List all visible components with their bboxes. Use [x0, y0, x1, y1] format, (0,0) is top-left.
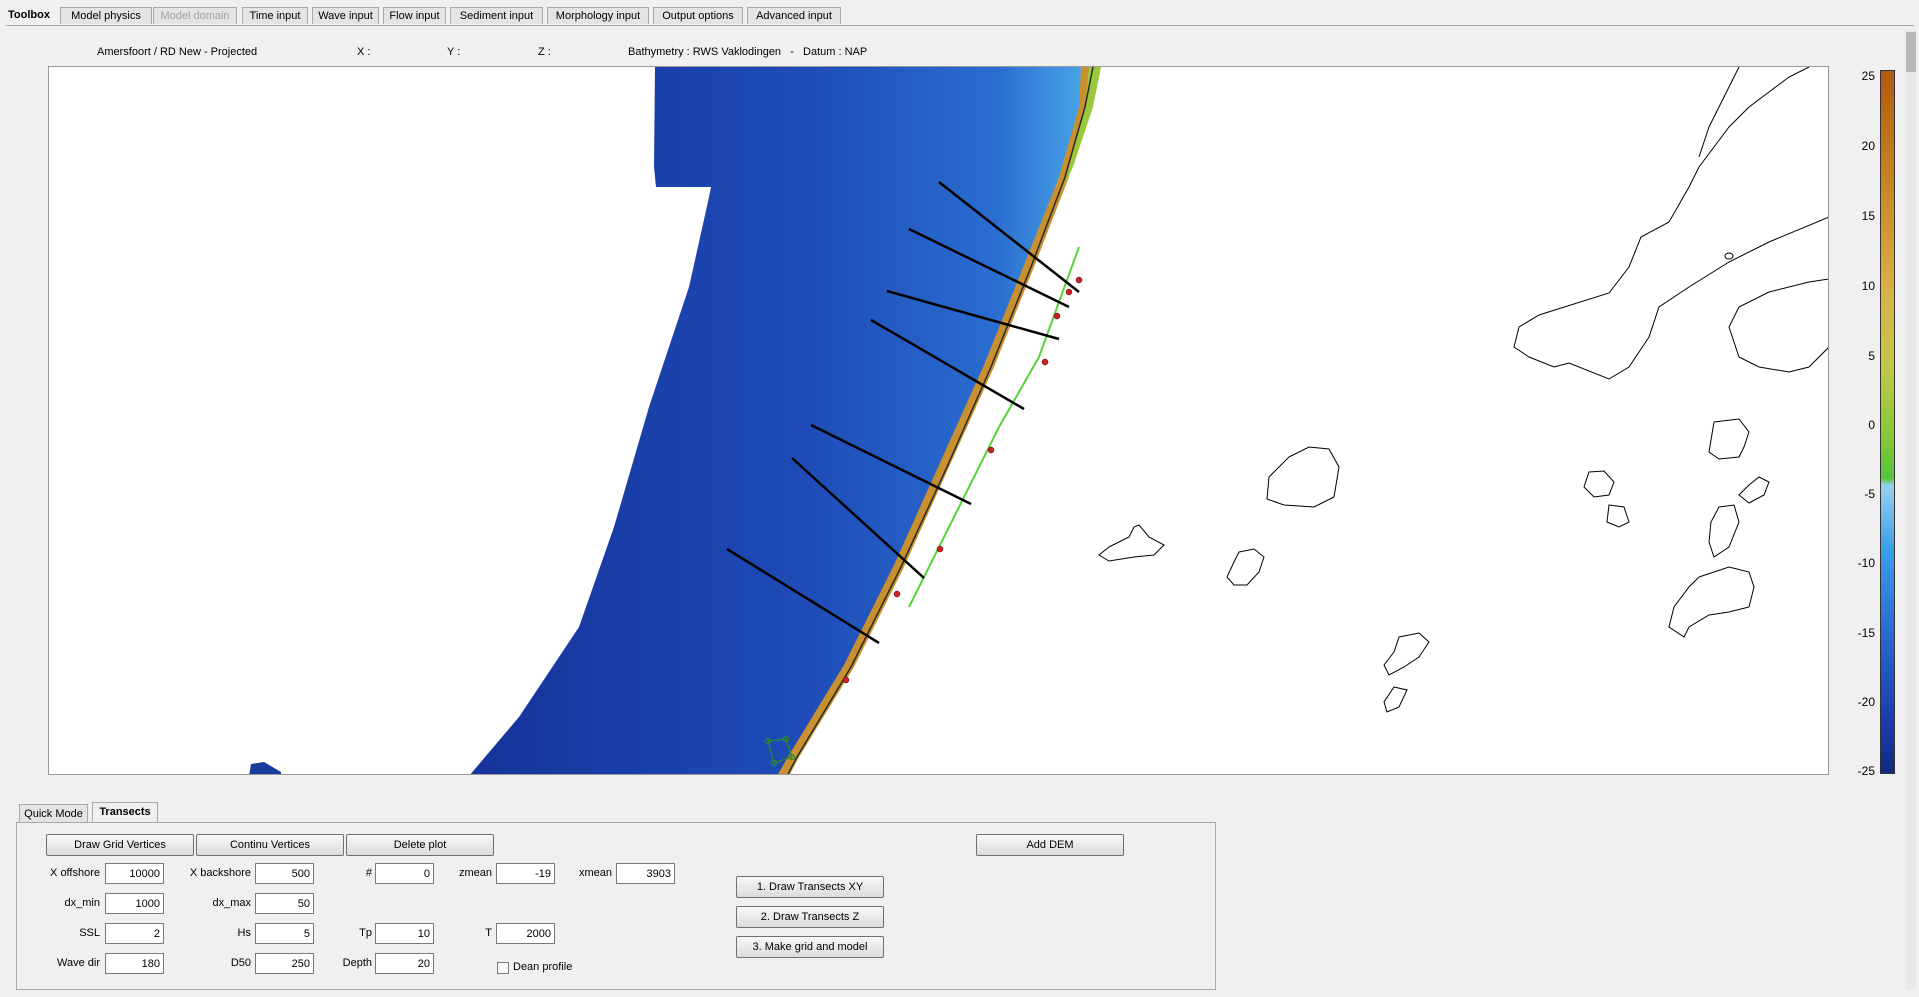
tab-quick-mode[interactable]: Quick Mode: [19, 804, 88, 822]
map-view[interactable]: [48, 66, 1829, 775]
ssl-label: SSL: [79, 927, 100, 939]
tab-sediment-input[interactable]: Sediment input: [450, 7, 543, 24]
colorbar-tick: -20: [1857, 695, 1875, 709]
ssl-field[interactable]: [105, 923, 164, 944]
tp-field[interactable]: [375, 923, 434, 944]
dx-min-label: dx_min: [64, 897, 100, 909]
map-canvas[interactable]: [49, 67, 1829, 775]
continu-vertices-button[interactable]: Continu Vertices: [196, 834, 344, 856]
colorbar-tick: 15: [1861, 209, 1875, 223]
count-field[interactable]: [375, 863, 434, 884]
tab-morphology-input[interactable]: Morphology input: [547, 7, 649, 24]
tab-model-physics[interactable]: Model physics: [60, 7, 152, 24]
colorbar-tick: 20: [1861, 139, 1875, 153]
t-label: T: [485, 927, 492, 939]
tab-output-options[interactable]: Output options: [653, 7, 743, 24]
scrollbar-thumb[interactable]: [1906, 32, 1916, 72]
depth-label: Depth: [342, 957, 372, 969]
x-coordinate-label: X :: [357, 46, 371, 58]
vertical-scrollbar[interactable]: [1906, 30, 1916, 990]
y-coordinate-label: Y :: [447, 46, 461, 58]
t-field[interactable]: [496, 923, 555, 944]
colorbar-tick: 10: [1861, 279, 1875, 293]
delete-plot-button[interactable]: Delete plot: [346, 834, 494, 856]
add-dem-button[interactable]: Add DEM: [976, 834, 1124, 856]
d50-label: D50: [230, 957, 251, 969]
count-label: #: [365, 867, 372, 879]
dx-min-field[interactable]: [105, 893, 164, 914]
colorbar-tick: 0: [1868, 418, 1875, 432]
x-offshore-label: X offshore: [50, 867, 100, 879]
draw-grid-vertices-button[interactable]: Draw Grid Vertices: [46, 834, 194, 856]
colorbar-tick: -15: [1857, 626, 1875, 640]
wave-dir-field[interactable]: [105, 953, 164, 974]
colorbar: [1880, 70, 1895, 774]
projection-label: Amersfoort / RD New - Projected: [97, 46, 258, 58]
wave-dir-label: Wave dir: [57, 957, 100, 969]
colorbar-tick: -25: [1857, 764, 1875, 778]
tab-model-domain[interactable]: Model domain: [153, 7, 237, 24]
d50-field[interactable]: [255, 953, 314, 974]
tab-advanced-input[interactable]: Advanced input: [747, 7, 841, 24]
tp-label: Tp: [359, 927, 372, 939]
colorbar-tick: 5: [1868, 349, 1875, 363]
bathymetry-label: Bathymetry : RWS Vaklodingen - Datum : N…: [628, 46, 868, 58]
tab-divider: [6, 25, 1914, 26]
xmean-field[interactable]: [616, 863, 675, 884]
colorbar-tick: 25: [1861, 69, 1875, 83]
zmean-field[interactable]: [496, 863, 555, 884]
dx-max-field[interactable]: [255, 893, 314, 914]
dx-max-label: dx_max: [212, 897, 251, 909]
tab-transects[interactable]: Transects: [92, 802, 158, 822]
x-backshore-label: X backshore: [189, 867, 251, 879]
make-grid-model-button[interactable]: 3. Make grid and model: [736, 936, 884, 958]
colorbar-tick: -5: [1864, 487, 1875, 501]
xmean-label: xmean: [578, 867, 612, 879]
hs-field[interactable]: [255, 923, 314, 944]
colorbar-tick: -10: [1857, 556, 1875, 570]
x-offshore-field[interactable]: [105, 863, 164, 884]
dean-profile-checkbox[interactable]: [497, 962, 509, 974]
bathymetry-field: [470, 67, 1089, 774]
tab-time-input[interactable]: Time input: [242, 7, 308, 24]
tab-wave-input[interactable]: Wave input: [312, 7, 379, 24]
tab-flow-input[interactable]: Flow input: [383, 7, 446, 24]
land-outlines: [1098, 67, 1828, 713]
toolbox-tabbar: Toolbox Model physics Model domain Time …: [0, 4, 1919, 26]
draw-transects-z-button[interactable]: 2. Draw Transects Z: [736, 906, 884, 928]
x-backshore-field[interactable]: [255, 863, 314, 884]
dean-profile-label: Dean profile: [513, 961, 573, 973]
draw-transects-xy-button[interactable]: 1. Draw Transects XY: [736, 876, 884, 898]
zmean-label: zmean: [458, 867, 492, 879]
bathymetry-patch: [249, 762, 281, 774]
hs-label: Hs: [237, 927, 251, 939]
z-coordinate-label: Z :: [538, 46, 551, 58]
toolbox-label: Toolbox: [8, 9, 50, 21]
depth-field[interactable]: [375, 953, 434, 974]
